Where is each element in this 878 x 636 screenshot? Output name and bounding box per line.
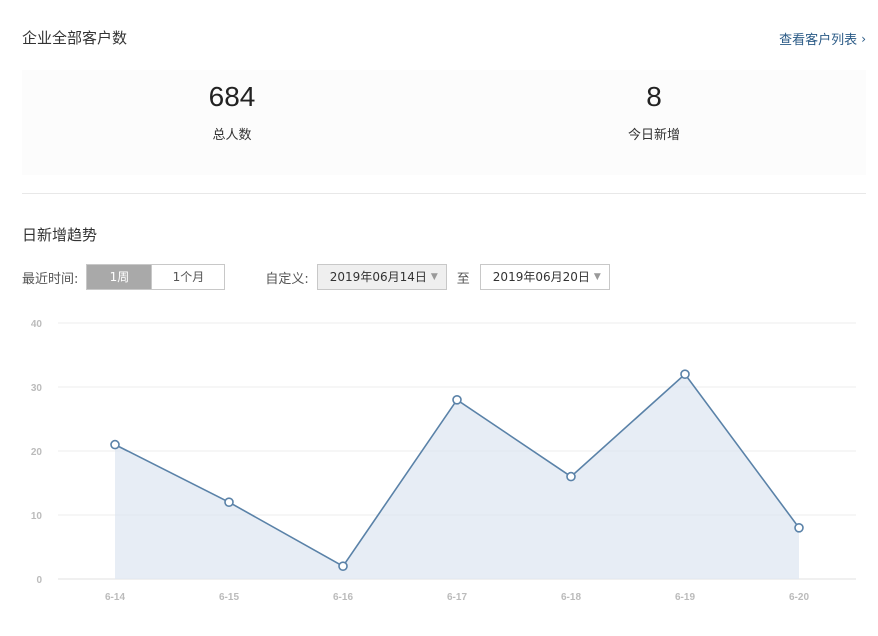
stat-today-value: 8 (646, 81, 662, 112)
x-tick-label: 6-20 (789, 592, 809, 603)
stat-total-value: 684 (208, 81, 256, 112)
stats-panel: 684 总人数 8 今日新增 (22, 70, 866, 175)
x-tick-label: 6-18 (561, 592, 581, 603)
data-point (680, 369, 690, 380)
stat-total: 684 总人数 (132, 80, 332, 143)
caret-down-icon: ▼ (430, 272, 438, 282)
end-date-value: 2019年06月20日 (492, 270, 590, 284)
view-link-label: 查看客户列表 (779, 33, 858, 48)
x-tick-label: 6-15 (219, 592, 239, 603)
trend-title: 日新增趋势 (22, 226, 98, 244)
data-point (794, 523, 804, 533)
chevron-right-icon: › (861, 31, 866, 46)
caret-down-icon: ▼ (593, 272, 601, 282)
data-point (224, 497, 234, 507)
data-point (110, 439, 120, 450)
y-tick-label: 20 (31, 447, 43, 458)
view-customer-list-link[interactable]: 查看客户列表 › (779, 29, 866, 49)
series-area (115, 374, 799, 579)
daily-trend-chart: 0 10 20 30 40 6-14 6-15 6-16 6-17 6-18 6-19 6-20 (31, 319, 856, 603)
y-tick-label: 40 (31, 319, 43, 330)
range-option-1-month[interactable]: 1个月 (151, 265, 225, 289)
stat-total-label: 总人数 (212, 128, 252, 143)
range-segment: 1周 1个月 (86, 264, 226, 290)
end-date-select[interactable]: 2019年06月20日 ▼ (479, 264, 610, 290)
card-title: 企业全部客户数 (22, 29, 128, 47)
y-tick-label: 10 (31, 511, 43, 522)
filter-bar: 最近时间: 1周 1个月 自定义: 2019年06月14日 ▼ 至 2019年0… (22, 264, 610, 290)
y-tick-label: 0 (36, 575, 42, 586)
range-option-1-week[interactable]: 1周 (87, 265, 152, 289)
recent-time-label: 最近时间: (22, 271, 79, 287)
x-tick-label: 6-16 (333, 592, 353, 603)
x-tick-label: 6-17 (447, 592, 467, 603)
data-point (452, 395, 462, 405)
to-label: 至 (456, 271, 470, 287)
data-point (566, 471, 576, 482)
data-point (338, 561, 348, 571)
custom-label: 自定义: (265, 271, 309, 287)
y-tick-label: 30 (31, 383, 43, 394)
stat-today-label: 今日新增 (627, 128, 680, 143)
start-date-select[interactable]: 2019年06月14日 ▼ (316, 264, 447, 290)
stat-today: 8 今日新增 (554, 80, 754, 143)
x-tick-label: 6-19 (675, 592, 695, 603)
start-date-value: 2019年06月14日 (329, 270, 427, 284)
divider (22, 193, 866, 194)
x-tick-label: 6-14 (105, 592, 125, 603)
